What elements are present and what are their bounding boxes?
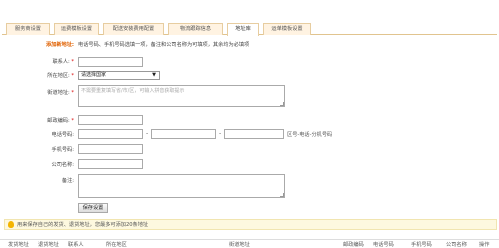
region-label: 所在地区: * [20, 72, 74, 79]
tab-delivery-install-fee[interactable]: 配送安装费用配置 [103, 23, 164, 35]
save-button[interactable]: 保存设置 [78, 203, 108, 213]
zip-input[interactable] [78, 115, 143, 125]
tab-service-provider[interactable]: 服务商设置 [6, 23, 50, 35]
street-label-text: 街道地址: [47, 90, 70, 96]
contact-label-text: 联系人: [52, 59, 70, 65]
chevron-down-icon: ▼ [152, 72, 156, 78]
tab-logistics-tracking[interactable]: 物流跟踪信息 [168, 23, 223, 35]
required-mark: * [71, 73, 74, 79]
mobile-input[interactable] [78, 144, 143, 154]
zip-label: 邮政编码: * [20, 117, 74, 124]
region-select[interactable]: 请选择国家 ▼ [78, 71, 160, 80]
column-header: 电话号码 [373, 242, 394, 248]
phone-label: 电话号码: [51, 132, 75, 138]
phone-area-code-input[interactable] [78, 129, 143, 139]
resize-grip-icon[interactable] [280, 193, 284, 197]
column-header: 公司名称 [446, 242, 467, 248]
zip-label-text: 邮政编码: [47, 118, 70, 124]
form-note: 电话号码、手机号码选填一项，备注和公司名称为可填项，其余均为必填项 [78, 42, 250, 48]
street-textarea[interactable]: 不需要重复填写省/市/区，可输入拼音获取提示 [78, 85, 285, 107]
phone-extension-input[interactable] [224, 129, 284, 139]
column-header: 联系人 [68, 242, 84, 248]
column-header: 街道地址 [229, 242, 250, 248]
remark-textarea[interactable] [78, 174, 285, 198]
phone-format-hint: 区号-电话-分机号码 [287, 132, 333, 138]
street-placeholder: 不需要重复填写省/市/区，可输入拼音获取提示 [81, 88, 185, 94]
address-table-header: 发货地址 退货地址 联系人 所在地区 街道地址 邮政编码 电话号码 手机号码 公… [0, 239, 499, 248]
column-header: 退货地址 [38, 242, 59, 248]
region-select-value: 请选择国家 [81, 72, 107, 78]
tab-shipping-template[interactable]: 运费模板设置 [54, 23, 99, 35]
region-label-text: 所在地区: [47, 73, 70, 79]
required-mark: * [71, 90, 74, 96]
tab-address-book[interactable]: 地址库 [227, 23, 259, 36]
phone-separator: - [146, 130, 149, 137]
company-input[interactable] [78, 159, 143, 169]
notice-text: 用来保存自己的发货、退货地址，您最多可添加20条地址 [17, 222, 149, 228]
remark-label: 备注: [61, 178, 74, 184]
required-mark: * [71, 118, 74, 124]
mobile-label: 手机号码: [51, 147, 75, 153]
street-label: 街道地址: * [20, 89, 74, 96]
info-notice: 用来保存自己的发货、退货地址，您最多可添加20条地址 [4, 219, 497, 230]
company-label: 公司名称: [51, 162, 75, 168]
column-header: 手机号码 [411, 242, 432, 248]
tab-waybill-template[interactable]: 运单模板设置 [263, 23, 311, 35]
contact-label: 联系人: * [20, 58, 74, 65]
column-header: 所在地区 [106, 242, 127, 248]
column-header: 邮政编码 [343, 242, 364, 248]
phone-number-input[interactable] [151, 129, 216, 139]
column-header: 操作 [479, 242, 490, 248]
resize-grip-icon[interactable] [280, 102, 284, 106]
required-mark: * [71, 59, 74, 65]
tab-bar: 服务商设置 运费模板设置 配送安装费用配置 物流跟踪信息 地址库 运单模板设置 [2, 20, 497, 36]
contact-input[interactable] [78, 57, 143, 67]
add-address-label: 添加新地址: [45, 42, 74, 48]
column-header: 发货地址 [8, 242, 29, 248]
lightbulb-icon [8, 221, 14, 228]
phone-separator: - [219, 130, 222, 137]
